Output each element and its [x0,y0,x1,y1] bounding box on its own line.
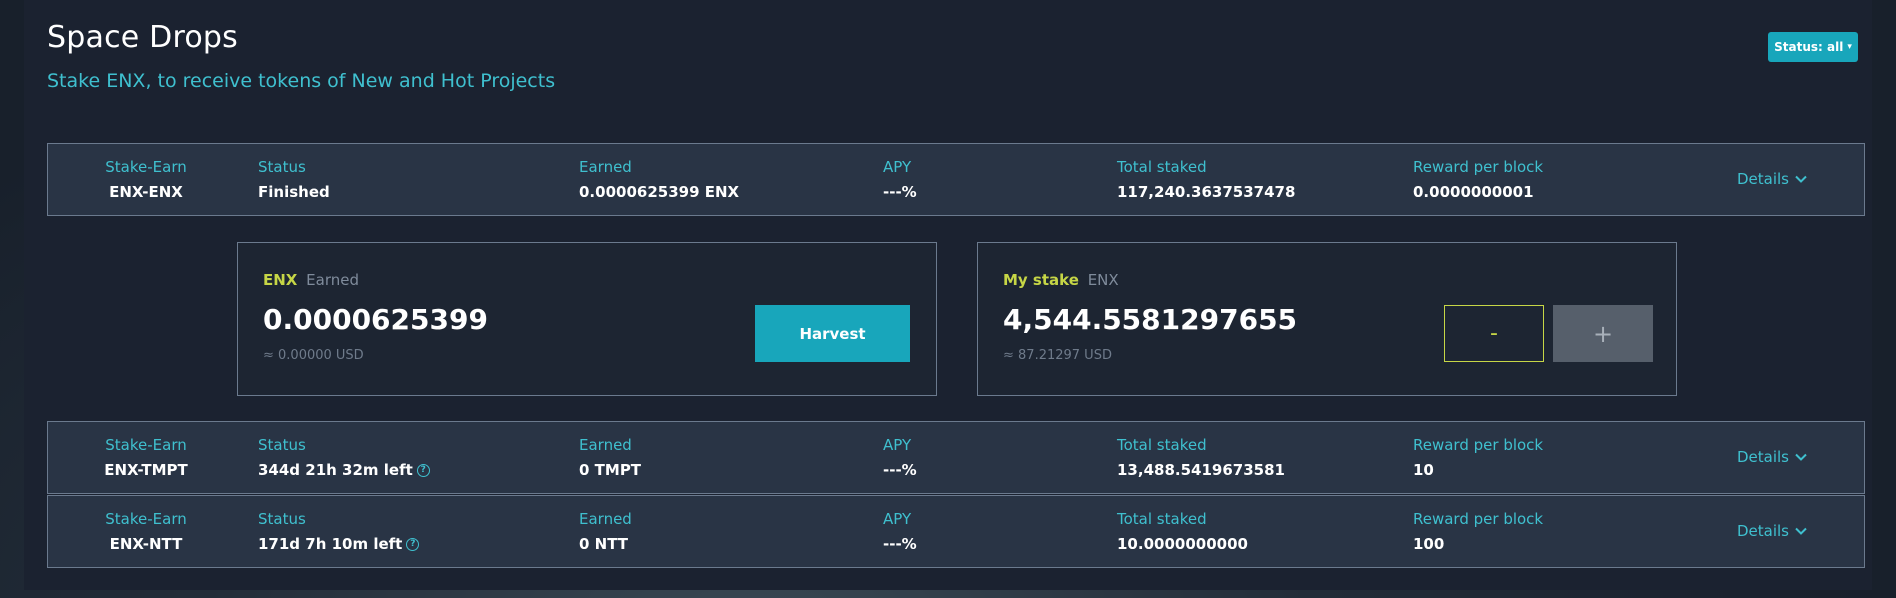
status-filter-dropdown[interactable]: Status: all ▾ [1768,32,1858,62]
pool-row-enx-ntt[interactable]: Stake-Earn ENX-NTT Status 171d 7h 10m le… [47,495,1865,568]
total-staked-label: Total staked [1117,158,1207,176]
stake-card: My stake ENX 4,544.5581297655 ≈ 87.21297… [977,242,1677,396]
earned-card: ENX Earned 0.0000625399 ≈ 0.00000 USD Ha… [237,242,937,396]
pair-value: ENX-TMPT [104,461,188,479]
status-label: Status [258,510,306,528]
status-label: Status [258,436,306,454]
pair-label: Stake-Earn [105,436,187,454]
status-cell: Status 171d 7h 10m left ? [258,510,420,553]
details-toggle[interactable]: Details [1737,448,1807,466]
chevron-down-icon [1795,453,1807,461]
apy-cell: APY ---% [883,158,917,201]
unstake-button[interactable]: - [1444,305,1544,362]
pair-cell: Stake-Earn ENX-ENX [48,158,244,201]
apy-label: APY [883,510,912,528]
stake-card-token: ENX [1087,271,1119,289]
apy-value: ---% [883,535,917,553]
stake-button[interactable]: + [1553,305,1653,362]
reward-label: Reward per block [1413,436,1544,454]
total-staked-value: 10.0000000000 [1117,535,1248,553]
chevron-down-icon [1795,175,1807,183]
reward-value: 100 [1413,535,1445,553]
earned-cell: Earned 0 NTT [579,510,632,553]
chevron-down-icon [1795,527,1807,535]
status-cell: Status Finished [258,158,330,201]
earned-card-header: ENX Earned [263,271,359,289]
reward-cell: Reward per block 10 [1413,436,1543,479]
status-text: 171d 7h 10m left [258,535,403,553]
total-staked-cell: Total staked 117,240.3637537478 [1117,158,1295,201]
reward-cell: Reward per block 0.0000000001 [1413,158,1543,201]
pair-value: ENX-ENX [109,183,183,201]
earned-label: Earned [579,436,632,454]
earned-cell: Earned 0.0000625399 ENX [579,158,739,201]
apy-value: ---% [883,183,917,201]
details-toggle[interactable]: Details [1737,170,1807,188]
pair-label: Stake-Earn [105,510,187,528]
status-value: 344d 21h 32m left ? [258,461,430,479]
page-subtitle: Stake ENX, to receive tokens of New and … [47,70,556,92]
apy-cell: APY ---% [883,436,917,479]
reward-value: 10 [1413,461,1434,479]
apy-label: APY [883,158,912,176]
earned-cell: Earned 0 TMPT [579,436,641,479]
status-label: Status [258,158,306,176]
total-staked-value: 13,488.5419673581 [1117,461,1285,479]
apy-value: ---% [883,461,917,479]
pair-cell: Stake-Earn ENX-NTT [48,510,244,553]
details-label: Details [1737,170,1790,188]
stake-card-header: My stake ENX [1003,271,1119,289]
help-icon[interactable]: ? [416,463,430,477]
apy-cell: APY ---% [883,510,917,553]
total-staked-cell: Total staked 13,488.5419673581 [1117,436,1285,479]
status-value: 171d 7h 10m left ? [258,535,420,553]
stake-amount: 4,544.5581297655 [1003,303,1298,336]
pair-value: ENX-NTT [109,535,183,553]
earned-value: 0 TMPT [579,461,642,479]
total-staked-label: Total staked [1117,510,1207,528]
pool-row-enx-enx[interactable]: Stake-Earn ENX-ENX Status Finished Earne… [47,143,1865,216]
status-text: 344d 21h 32m left [258,461,413,479]
pair-label: Stake-Earn [105,158,187,176]
caret-down-icon: ▾ [1847,41,1852,52]
total-staked-cell: Total staked 10.0000000000 [1117,510,1248,553]
earned-amount: 0.0000625399 [263,303,488,336]
status-value: Finished [258,183,330,201]
status-text: Finished [258,183,330,201]
total-staked-value: 117,240.3637537478 [1117,183,1296,201]
status-filter-label: Status: all [1774,40,1844,54]
reward-value: 0.0000000001 [1413,183,1534,201]
reward-label: Reward per block [1413,510,1544,528]
total-staked-label: Total staked [1117,436,1207,454]
pool-row-enx-tmpt[interactable]: Stake-Earn ENX-TMPT Status 344d 21h 32m … [47,421,1865,494]
status-cell: Status 344d 21h 32m left ? [258,436,430,479]
harvest-button[interactable]: Harvest [755,305,910,362]
earned-usd: ≈ 0.00000 USD [263,348,364,363]
stake-card-label: My stake [1003,271,1079,289]
earned-label: Earned [579,158,632,176]
help-icon[interactable]: ? [406,537,420,551]
earned-card-token: ENX [263,271,298,289]
details-label: Details [1737,448,1790,466]
earned-value: 0 NTT [579,535,629,553]
apy-label: APY [883,436,912,454]
earned-label: Earned [579,510,632,528]
reward-cell: Reward per block 100 [1413,510,1543,553]
page-title: Space Drops [47,20,238,55]
pair-cell: Stake-Earn ENX-TMPT [48,436,244,479]
earned-card-label: Earned [306,271,359,289]
earned-value: 0.0000625399 ENX [579,183,740,201]
stake-usd: ≈ 87.21297 USD [1003,348,1112,363]
details-toggle[interactable]: Details [1737,522,1807,540]
details-label: Details [1737,522,1790,540]
reward-label: Reward per block [1413,158,1544,176]
